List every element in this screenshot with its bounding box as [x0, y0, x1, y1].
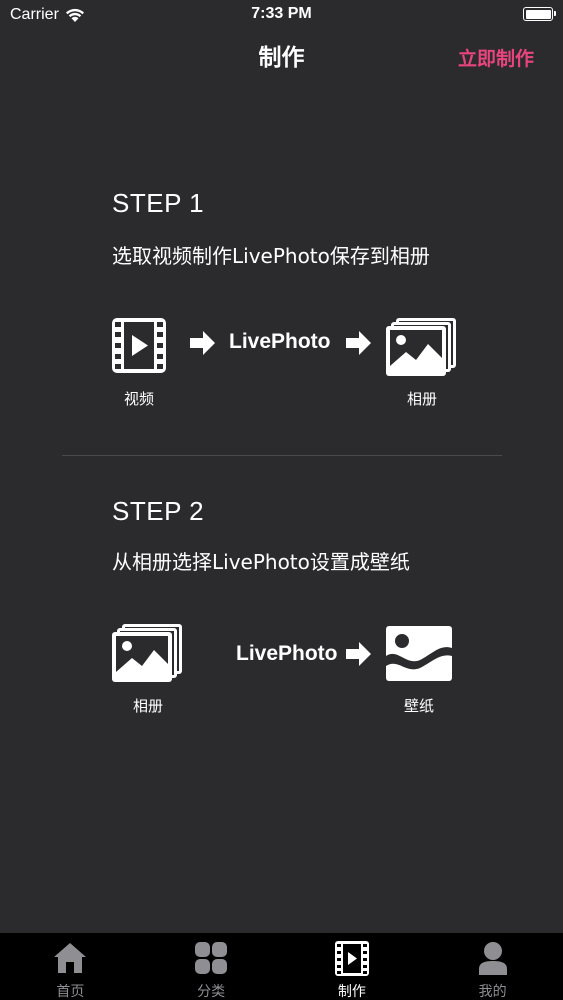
step2-heading: STEP 2 [112, 496, 205, 526]
album-icon [386, 318, 458, 380]
step1-source-label: 视频 [123, 390, 154, 408]
make-screen: Carrier 7:33 PM 制作 立即制作 STEP 1 选取视频制作Liv… [0, 0, 563, 1000]
step1-flow-text: LivePhoto [229, 330, 331, 353]
status-time: 7:33 PM [251, 5, 312, 22]
arrow-right-icon [346, 641, 372, 671]
step1-heading: STEP 1 [112, 188, 205, 218]
battery-icon [523, 7, 556, 21]
tab-mine[interactable]: 我的 [422, 933, 563, 1000]
make-now-button[interactable]: 立即制作 [458, 44, 534, 71]
step1-target-label: 相册 [406, 390, 437, 408]
tab-make[interactable]: 制作 [282, 933, 423, 1000]
tab-make-label: 制作 [337, 984, 366, 1000]
step-divider [62, 455, 502, 456]
arrow-right-icon [346, 330, 372, 360]
tab-bar: 首页 分类 制作 我的 [0, 933, 563, 1000]
status-bar: Carrier 7:33 PM [0, 0, 563, 30]
step2-flow-text: LivePhoto [236, 642, 338, 665]
tab-category-label: 分类 [197, 984, 226, 1000]
wallpaper-icon [386, 626, 452, 685]
step1-description: 选取视频制作LivePhoto保存到相册 [112, 244, 430, 268]
tab-category[interactable]: 分类 [141, 933, 282, 1000]
tab-home[interactable]: 首页 [0, 933, 141, 1000]
arrow-right-icon [190, 330, 216, 360]
film-icon [334, 941, 369, 976]
step2-target-label: 壁纸 [403, 697, 434, 715]
video-icon [112, 318, 166, 377]
tab-home-label: 首页 [56, 984, 85, 1000]
grid-icon [195, 942, 228, 974]
step2-source-label: 相册 [132, 697, 163, 715]
person-icon [478, 942, 507, 975]
step2-description: 从相册选择LivePhoto设置成壁纸 [112, 550, 410, 574]
tab-mine-label: 我的 [478, 984, 507, 1000]
home-icon [54, 943, 87, 973]
album-icon [112, 624, 184, 686]
